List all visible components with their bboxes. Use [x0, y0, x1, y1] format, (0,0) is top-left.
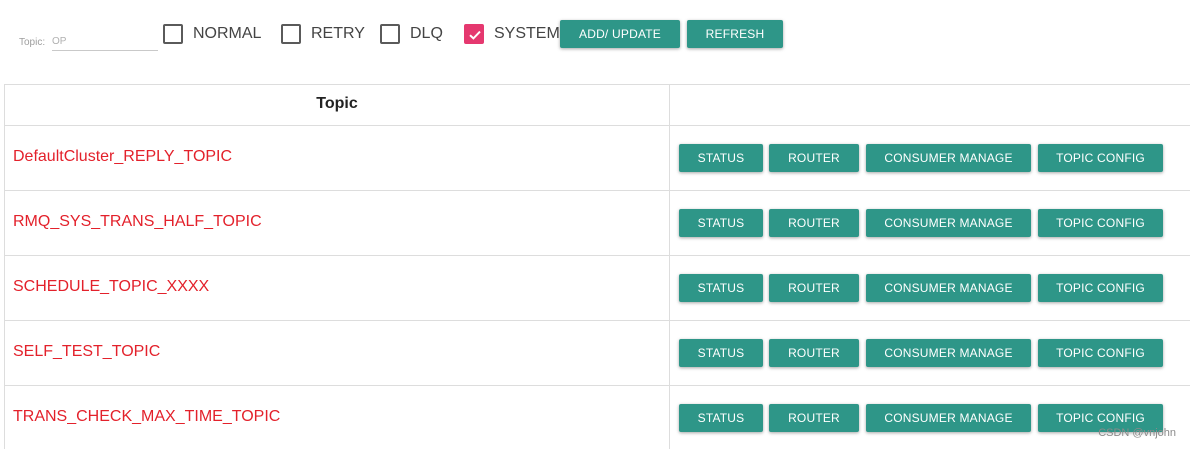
topic-name-link[interactable]: SCHEDULE_TOPIC_XXXX	[13, 277, 209, 297]
dlq-checkbox-label: DLQ	[410, 25, 443, 42]
normal-checkbox-box[interactable]	[163, 24, 183, 44]
refresh-button[interactable]: REFRESH	[687, 20, 783, 48]
topic-name-link[interactable]: SELF_TEST_TOPIC	[13, 342, 160, 362]
system-checkbox-box[interactable]	[464, 24, 484, 44]
router-button[interactable]: ROUTER	[769, 144, 859, 172]
actions-cell: STATUS ROUTER CONSUMER MANAGE TOPIC CONF…	[670, 191, 1190, 255]
table-row: SELF_TEST_TOPIC STATUS ROUTER CONSUMER M…	[5, 321, 1190, 386]
actions-cell: STATUS ROUTER CONSUMER MANAGE TOPIC CONF…	[670, 386, 1190, 449]
actions-cell: STATUS ROUTER CONSUMER MANAGE TOPIC CONF…	[670, 321, 1190, 385]
status-button[interactable]: STATUS	[679, 144, 763, 172]
topic-cell: SELF_TEST_TOPIC	[5, 321, 670, 385]
topic-filter-input[interactable]	[52, 32, 158, 51]
actions-cell: STATUS ROUTER CONSUMER MANAGE TOPIC CONF…	[670, 126, 1190, 190]
retry-checkbox[interactable]: RETRY	[281, 23, 365, 45]
check-icon	[469, 30, 481, 40]
topic-name-link[interactable]: DefaultCluster_REPLY_TOPIC	[13, 147, 232, 167]
topic-cell: SCHEDULE_TOPIC_XXXX	[5, 256, 670, 320]
topic-config-button[interactable]: TOPIC CONFIG	[1038, 339, 1163, 367]
consumer-manage-button[interactable]: CONSUMER MANAGE	[866, 144, 1031, 172]
topic-config-button[interactable]: TOPIC CONFIG	[1038, 144, 1163, 172]
topic-filter: Topic:	[19, 32, 159, 52]
retry-checkbox-box[interactable]	[281, 24, 301, 44]
topic-cell: TRANS_CHECK_MAX_TIME_TOPIC	[5, 386, 670, 449]
topic-page: Topic: NORMAL RETRY DLQ SYSTEM ADD/ UPDA…	[0, 0, 1190, 449]
consumer-manage-button[interactable]: CONSUMER MANAGE	[866, 274, 1031, 302]
table-header-row: Topic	[5, 85, 1190, 126]
operation-column-header	[670, 85, 1190, 125]
router-button[interactable]: ROUTER	[769, 339, 859, 367]
normal-checkbox-label: NORMAL	[193, 25, 262, 42]
system-checkbox[interactable]: SYSTEM	[464, 23, 560, 45]
watermark: CSDN @vnjohn	[1098, 427, 1176, 439]
topic-filter-label: Topic:	[19, 37, 46, 48]
status-button[interactable]: STATUS	[679, 404, 763, 432]
topic-column-title: Topic	[316, 95, 358, 112]
table-row: DefaultCluster_REPLY_TOPIC STATUS ROUTER…	[5, 126, 1190, 191]
consumer-manage-button[interactable]: CONSUMER MANAGE	[866, 339, 1031, 367]
consumer-manage-button[interactable]: CONSUMER MANAGE	[866, 404, 1031, 432]
status-button[interactable]: STATUS	[679, 339, 763, 367]
router-button[interactable]: ROUTER	[769, 209, 859, 237]
router-button[interactable]: ROUTER	[769, 274, 859, 302]
topic-config-button[interactable]: TOPIC CONFIG	[1038, 274, 1163, 302]
topic-table: Topic DefaultCluster_REPLY_TOPIC STATUS …	[4, 84, 1190, 449]
topic-name-link[interactable]: RMQ_SYS_TRANS_HALF_TOPIC	[13, 212, 262, 232]
dlq-checkbox-box[interactable]	[380, 24, 400, 44]
router-button[interactable]: ROUTER	[769, 404, 859, 432]
system-checkbox-label: SYSTEM	[494, 25, 560, 42]
topic-name-link[interactable]: TRANS_CHECK_MAX_TIME_TOPIC	[13, 407, 280, 427]
status-button[interactable]: STATUS	[679, 274, 763, 302]
retry-checkbox-label: RETRY	[311, 25, 365, 42]
topic-config-button[interactable]: TOPIC CONFIG	[1038, 209, 1163, 237]
normal-checkbox[interactable]: NORMAL	[163, 23, 261, 45]
consumer-manage-button[interactable]: CONSUMER MANAGE	[866, 209, 1031, 237]
dlq-checkbox[interactable]: DLQ	[380, 23, 443, 45]
topic-column-header: Topic	[5, 85, 670, 125]
actions-cell: STATUS ROUTER CONSUMER MANAGE TOPIC CONF…	[670, 256, 1190, 320]
status-button[interactable]: STATUS	[679, 209, 763, 237]
table-row: TRANS_CHECK_MAX_TIME_TOPIC STATUS ROUTER…	[5, 386, 1190, 449]
table-row: RMQ_SYS_TRANS_HALF_TOPIC STATUS ROUTER C…	[5, 191, 1190, 256]
topic-cell: RMQ_SYS_TRANS_HALF_TOPIC	[5, 191, 670, 255]
table-row: SCHEDULE_TOPIC_XXXX STATUS ROUTER CONSUM…	[5, 256, 1190, 321]
topic-cell: DefaultCluster_REPLY_TOPIC	[5, 126, 670, 190]
toolbar: Topic: NORMAL RETRY DLQ SYSTEM ADD/ UPDA…	[0, 0, 1190, 84]
add-update-button[interactable]: ADD/ UPDATE	[560, 20, 680, 48]
